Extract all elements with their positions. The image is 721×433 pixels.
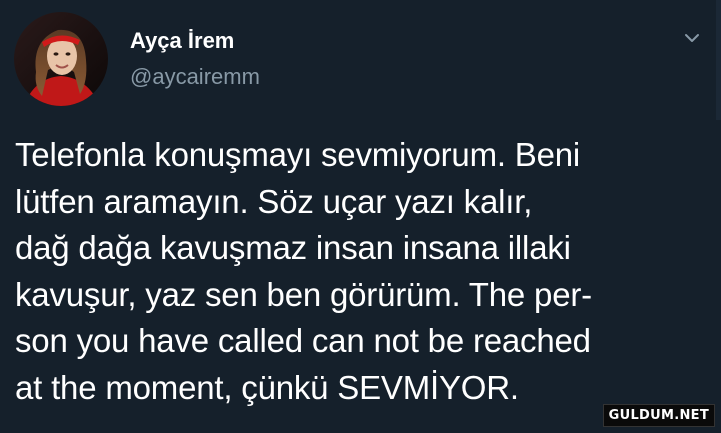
watermark: GULDUM.NET	[602, 404, 715, 427]
chevron-down-icon[interactable]	[682, 28, 702, 48]
tweet-text-line: kavuşur, yaz sen ben görürüm. The per-	[15, 275, 592, 313]
user-handle[interactable]: @aycairemm	[130, 64, 260, 90]
tweet-text-line: son you have called can not be reached	[15, 322, 591, 359]
tweet-text-line: lütfen aramayın. Söz uçar yazı kalır,	[15, 182, 533, 220]
avatar[interactable]	[14, 12, 108, 106]
tweet-text-line: Telefonla konuşmayı sevmiyorum. Beni	[15, 136, 581, 173]
display-name[interactable]: Ayça İrem	[130, 28, 234, 54]
scrollbar[interactable]	[716, 0, 721, 120]
tweet-text-line: at the moment, çünkü SEVMİYOR.	[15, 368, 519, 406]
tweet-card: Ayça İrem @aycairemm Telefonla konuşmayı…	[0, 0, 721, 433]
tweet-text: Telefonla konuşmayı sevmiyorum. Beni lüt…	[15, 132, 705, 411]
tweet-text-line: dağ dağa kavuşmaz insan insana illaki	[15, 229, 571, 266]
